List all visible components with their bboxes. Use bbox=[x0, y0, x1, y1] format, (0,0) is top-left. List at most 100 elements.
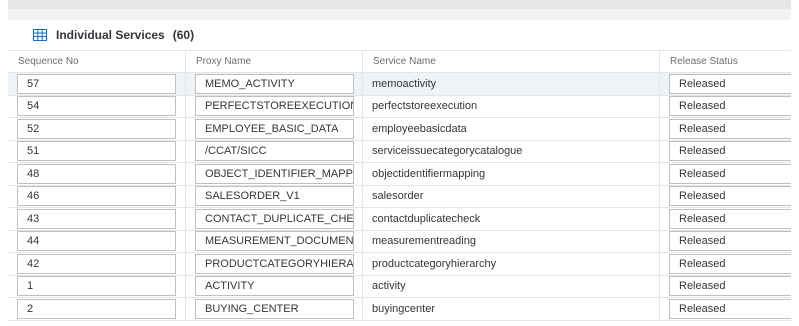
proxy-name-cell: PRODUCTCATEGORYHIERAR... bbox=[186, 253, 363, 275]
proxy-name-field[interactable]: MEASUREMENT_DOCUMENT bbox=[195, 231, 354, 252]
proxy-name-field[interactable]: MEMO_ACTIVITY bbox=[195, 73, 354, 94]
service-name-cell: memoactivity bbox=[363, 73, 660, 95]
column-header-service-name[interactable]: Service Name bbox=[363, 51, 660, 72]
proxy-name-cell: BUYING_CENTER bbox=[186, 298, 363, 320]
sequence-no-cell: 43 bbox=[8, 208, 186, 230]
proxy-name-field[interactable]: /CCAT/SICC bbox=[195, 141, 354, 162]
sequence-no-field[interactable]: 51 bbox=[17, 141, 176, 162]
table-row[interactable]: 43 CONTACT_DUPLICATE_CHECK contactduplicat… bbox=[8, 208, 791, 231]
proxy-name-field[interactable]: CONTACT_DUPLICATE_CHECK bbox=[195, 208, 354, 229]
table-row[interactable]: 57 MEMO_ACTIVITY memoactivity Released bbox=[8, 73, 791, 96]
release-status-cell: Released bbox=[660, 186, 791, 208]
sequence-no-field[interactable]: 2 bbox=[17, 298, 176, 319]
release-status-field[interactable]: Released bbox=[669, 96, 791, 117]
proxy-name-field[interactable]: OBJECT_IDENTIFIER_MAPPI... bbox=[195, 163, 354, 184]
sequence-no-cell: 44 bbox=[8, 230, 186, 252]
column-header-sequence-no[interactable]: Sequence No bbox=[8, 51, 186, 72]
sequence-no-cell: 48 bbox=[8, 163, 186, 185]
proxy-name-cell: EMPLOYEE_BASIC_DATA bbox=[186, 118, 363, 140]
release-status-field[interactable]: Released bbox=[669, 231, 791, 252]
release-status-field[interactable]: Released bbox=[669, 186, 791, 207]
table-row[interactable]: 51/CCAT/SICC serviceissuecategorycatalogu… bbox=[8, 140, 791, 163]
proxy-name-field[interactable]: BUYING_CENTER bbox=[195, 298, 354, 319]
release-status-cell: Released bbox=[660, 118, 791, 140]
proxy-name-field[interactable]: ACTIVITY bbox=[195, 276, 354, 297]
release-status-field[interactable]: Released bbox=[669, 73, 791, 94]
services-panel: Individual Services (60) Sequence No Pro… bbox=[0, 0, 799, 326]
service-name-cell: salesorder bbox=[363, 185, 660, 207]
table-row[interactable]: 48 OBJECT_IDENTIFIER_MAPPI... objectidenti… bbox=[8, 163, 791, 186]
table-row[interactable]: 46 SALESORDER_V1 salesorder Released bbox=[8, 185, 791, 208]
proxy-name-cell: CONTACT_DUPLICATE_CHECK bbox=[186, 208, 363, 230]
table-count: (60) bbox=[172, 28, 195, 42]
proxy-name-field[interactable]: PERFECTSTOREEXECUTION bbox=[195, 96, 354, 117]
sequence-no-cell: 54 bbox=[8, 95, 186, 117]
sequence-no-field[interactable]: 54 bbox=[17, 96, 176, 117]
sequence-no-field[interactable]: 1 bbox=[17, 276, 176, 297]
sequence-no-cell: 1 bbox=[8, 275, 186, 297]
sequence-no-field[interactable]: 52 bbox=[17, 118, 176, 139]
table-toolbar: Individual Services (60) bbox=[8, 20, 791, 50]
service-name-cell: activity bbox=[363, 275, 660, 297]
service-name-cell: perfectstoreexecution bbox=[363, 95, 660, 117]
service-name-cell: contactduplicatecheck bbox=[363, 208, 660, 230]
sequence-no-cell: 46 bbox=[8, 185, 186, 207]
sequence-no-field[interactable]: 48 bbox=[17, 163, 176, 184]
service-name-cell: productcategoryhierarchy bbox=[363, 253, 660, 275]
sequence-no-field[interactable]: 43 bbox=[17, 208, 176, 229]
sequence-no-cell: 57 bbox=[8, 73, 186, 95]
table-row[interactable]: 2 BUYING_CENTER buyingcenter Released bbox=[8, 298, 791, 321]
table-row[interactable]: 1 ACTIVITY activity Released bbox=[8, 275, 791, 298]
release-status-field[interactable]: Released bbox=[669, 276, 791, 297]
service-name-cell: serviceissuecategorycatalogue bbox=[363, 140, 660, 162]
service-name-cell: objectidentifiermapping bbox=[363, 163, 660, 185]
service-name-text: activity bbox=[372, 280, 406, 293]
sequence-no-field[interactable]: 44 bbox=[17, 231, 176, 252]
proxy-name-cell: MEASUREMENT_DOCUMENT bbox=[186, 230, 363, 252]
proxy-name-cell: SALESORDER_V1 bbox=[186, 185, 363, 207]
sequence-no-field[interactable]: 57 bbox=[17, 73, 176, 94]
release-status-field[interactable]: Released bbox=[669, 298, 791, 319]
release-status-cell: Released bbox=[660, 298, 791, 320]
release-status-cell: Released bbox=[660, 141, 791, 163]
release-status-field[interactable]: Released bbox=[669, 163, 791, 184]
service-name-text: objectidentifiermapping bbox=[372, 167, 486, 180]
release-status-cell: Released bbox=[660, 208, 791, 230]
table-row[interactable]: 52 EMPLOYEE_BASIC_DATA employeebasicdata Re… bbox=[8, 118, 791, 141]
release-status-field[interactable]: Released bbox=[669, 253, 791, 274]
service-name-text: productcategoryhierarchy bbox=[372, 257, 497, 270]
release-status-field[interactable]: Released bbox=[669, 208, 791, 229]
sequence-no-cell: 2 bbox=[8, 298, 186, 320]
service-name-text: contactduplicatecheck bbox=[372, 212, 481, 225]
table-grid-icon bbox=[33, 29, 47, 41]
proxy-name-cell: /CCAT/SICC bbox=[186, 140, 363, 162]
release-status-field[interactable]: Released bbox=[669, 141, 791, 162]
sequence-no-field[interactable]: 42 bbox=[17, 253, 176, 274]
table-row[interactable]: 44 MEASUREMENT_DOCUMENT measurementreading… bbox=[8, 230, 791, 253]
column-header-proxy-name[interactable]: Proxy Name bbox=[186, 51, 363, 72]
service-name-text: employeebasicdata bbox=[372, 122, 467, 135]
release-status-cell: Released bbox=[660, 253, 791, 275]
proxy-name-cell: OBJECT_IDENTIFIER_MAPPI... bbox=[186, 163, 363, 185]
service-name-text: buyingcenter bbox=[372, 302, 435, 315]
release-status-cell: Released bbox=[660, 73, 791, 95]
sequence-no-field[interactable]: 46 bbox=[17, 186, 176, 207]
top-bar bbox=[8, 0, 791, 9]
proxy-name-field[interactable]: EMPLOYEE_BASIC_DATA bbox=[195, 118, 354, 139]
proxy-name-cell: PERFECTSTOREEXECUTION bbox=[186, 95, 363, 117]
service-name-cell: buyingcenter bbox=[363, 298, 660, 320]
release-status-field[interactable]: Released bbox=[669, 118, 791, 139]
proxy-name-field[interactable]: PRODUCTCATEGORYHIERAR... bbox=[195, 253, 354, 274]
services-table: Sequence No Proxy Name Service Name Rele… bbox=[8, 50, 791, 326]
table-row[interactable]: 54 PERFECTSTOREEXECUTION perfectstoreexecu… bbox=[8, 95, 791, 118]
table-row[interactable]: 42 PRODUCTCATEGORYHIERAR... productcategor… bbox=[8, 253, 791, 276]
table-header-row: Sequence No Proxy Name Service Name Rele… bbox=[8, 51, 791, 73]
sequence-no-cell: 52 bbox=[8, 118, 186, 140]
column-header-release-status[interactable]: Release Status bbox=[660, 51, 791, 72]
service-name-cell: measurementreading bbox=[363, 230, 660, 252]
release-status-cell: Released bbox=[660, 96, 791, 118]
top-bar-shade bbox=[8, 9, 791, 20]
release-status-cell: Released bbox=[660, 163, 791, 185]
proxy-name-field[interactable]: SALESORDER_V1 bbox=[195, 186, 354, 207]
release-status-cell: Released bbox=[660, 231, 791, 253]
